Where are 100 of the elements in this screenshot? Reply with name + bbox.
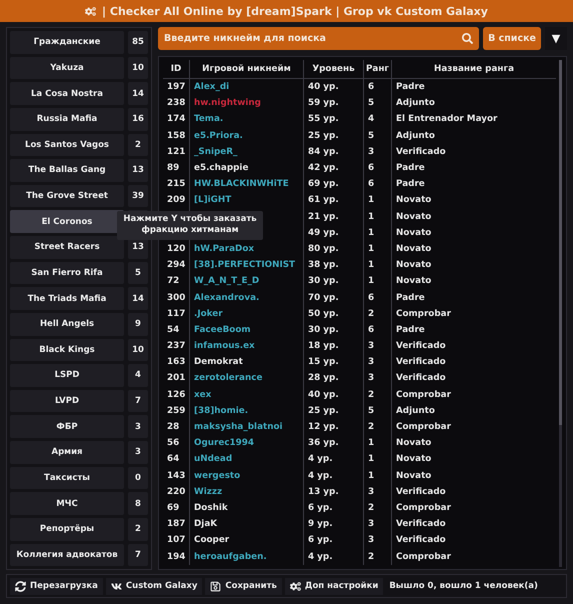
table-cell: Verificado bbox=[391, 144, 556, 160]
table-cell: 2 bbox=[363, 418, 391, 436]
table-cell: 50 ур. bbox=[303, 306, 363, 322]
table-cell: El Entrenador Mayor bbox=[391, 111, 556, 128]
footer-button[interactable]: Сохранить bbox=[205, 578, 282, 594]
table-cell-text: 174 bbox=[166, 113, 186, 126]
faction-button[interactable]: Репортёры bbox=[10, 518, 124, 540]
faction-button[interactable]: El Coronos bbox=[10, 210, 124, 233]
window-title: | Checker All Online by [dream]Spark | Grop vk Custom Galaxy bbox=[102, 4, 488, 18]
footer-button[interactable]: Custom Galaxy bbox=[106, 578, 202, 594]
save-icon bbox=[210, 580, 222, 592]
faction-button[interactable]: МЧС bbox=[10, 492, 124, 515]
faction-count: 8 bbox=[128, 492, 148, 515]
faction-button[interactable]: The Ballas Gang bbox=[10, 159, 124, 182]
search-icon[interactable] bbox=[462, 33, 474, 44]
faction-count: 85 bbox=[128, 31, 148, 54]
table-cell: 49 ур. bbox=[303, 224, 363, 241]
table-cell: 25 ур. bbox=[303, 128, 363, 144]
table-cell: Verificado bbox=[391, 370, 556, 387]
table-cell: 1 bbox=[363, 192, 391, 208]
table-cell: Verificado bbox=[391, 354, 556, 370]
table-cell: Verificado bbox=[391, 484, 556, 500]
faction-button[interactable]: LVPD bbox=[10, 390, 124, 412]
table-cell-text: 187 bbox=[166, 518, 186, 532]
faction-button[interactable]: Армия bbox=[10, 441, 124, 464]
table-cell: 69 ур. bbox=[303, 176, 363, 192]
table-cell: 1 bbox=[363, 273, 391, 290]
nickname-text: Ogurec1994 bbox=[194, 438, 254, 448]
faction-button[interactable]: Street Racers bbox=[10, 236, 124, 259]
faction-count: 0 bbox=[128, 466, 148, 490]
table-cell-text: 215 bbox=[166, 178, 186, 192]
faction-count: 7 bbox=[128, 544, 148, 566]
faction-button[interactable]: Hell Angels bbox=[10, 312, 124, 336]
settings-icon bbox=[290, 580, 301, 592]
faction-button[interactable]: Yakuza bbox=[10, 56, 124, 80]
faction-count: 3 bbox=[128, 441, 148, 464]
footer-button[interactable]: Доп настройки bbox=[284, 578, 384, 594]
table-cell: 2 bbox=[363, 500, 391, 516]
column-header: ID bbox=[163, 60, 189, 79]
table-cell: 61 ур. bbox=[303, 192, 363, 208]
faction-button[interactable]: Russia Mafia bbox=[10, 108, 124, 130]
faction-button[interactable]: Black Kings bbox=[10, 338, 124, 362]
faction-button[interactable]: Таксисты bbox=[10, 466, 124, 490]
table-cell: 4 ур. bbox=[303, 548, 363, 565]
table-cell: 4 ур. bbox=[303, 451, 363, 468]
table-cell: 3 bbox=[363, 354, 391, 370]
table-cell: Novato bbox=[391, 192, 556, 208]
table-cell-text: 56 bbox=[166, 437, 180, 450]
table-cell-text: 121 bbox=[166, 146, 186, 159]
table-cell-text: 28 bbox=[166, 421, 180, 434]
nickname-text: Wizzz bbox=[194, 486, 222, 497]
table-cell: 84 ур. bbox=[303, 144, 363, 160]
faction-count: 3 bbox=[128, 415, 148, 438]
table-cell: Novato bbox=[391, 451, 556, 468]
table-cell-text: 117 bbox=[166, 308, 186, 321]
table-cell: Comprobar bbox=[391, 386, 556, 403]
table-cell-text: 54 bbox=[166, 324, 180, 337]
table-cell: Comprobar bbox=[391, 418, 556, 436]
column-header: Уровень bbox=[303, 60, 363, 79]
search-field[interactable]: Введите никнейм для поиска bbox=[158, 27, 480, 50]
table-cell: 6 bbox=[363, 289, 391, 306]
table-cell-text: 300 bbox=[166, 292, 186, 305]
table-cell: 5 bbox=[363, 402, 391, 419]
table-cell: 6 bbox=[363, 79, 391, 96]
nickname-text: heroaufgaben. bbox=[194, 552, 267, 562]
faction-button[interactable]: The Triads Mafia bbox=[10, 287, 124, 310]
settings-icon[interactable] bbox=[85, 6, 96, 16]
table-cell: 28 ур. bbox=[303, 370, 363, 387]
faction-button[interactable]: LSPD bbox=[10, 364, 124, 387]
table-cell: Comprobar bbox=[391, 500, 556, 516]
faction-button[interactable]: Гражданские bbox=[10, 31, 124, 54]
table-cell: 2 bbox=[363, 548, 391, 565]
refresh-icon bbox=[15, 580, 26, 592]
table-cell: 40 ур. bbox=[303, 386, 363, 403]
table-cell: 13 ур. bbox=[303, 484, 363, 500]
faction-button[interactable]: ФБР bbox=[10, 415, 124, 438]
scrollbar[interactable] bbox=[559, 60, 562, 567]
faction-button[interactable]: San Fierro Rifa bbox=[10, 262, 124, 284]
table-cell: 1 bbox=[363, 224, 391, 241]
table-cell-text: 197 bbox=[166, 81, 186, 94]
table-cell: Verificado bbox=[391, 338, 556, 354]
table-cell-text: 107 bbox=[166, 534, 186, 548]
table-cell: 1 bbox=[363, 257, 391, 274]
nickname-text: W_A_N_T_E_D bbox=[194, 276, 260, 286]
nickname-text: maksysha_blatnoi bbox=[194, 422, 283, 432]
nickname-text: Demokrat bbox=[194, 357, 243, 368]
table-cell: 6 bbox=[363, 322, 391, 338]
nickname-text: hW.ParaDox bbox=[194, 244, 254, 254]
table-cell: Comprobar bbox=[391, 548, 556, 565]
faction-button[interactable]: The Grove Street bbox=[10, 184, 124, 208]
table-cell: Adjunto bbox=[391, 128, 556, 144]
table-cell-text: 69 bbox=[166, 502, 180, 515]
faction-button[interactable]: Коллегия адвокатов bbox=[10, 544, 124, 566]
faction-button[interactable]: Los Santos Vagos bbox=[10, 134, 124, 156]
table-cell: 6 ур. bbox=[303, 532, 363, 548]
footer-button[interactable]: Перезагрузка bbox=[10, 578, 103, 594]
faction-button[interactable]: La Cosa Nostra bbox=[10, 82, 124, 105]
table-cell: 6 bbox=[363, 160, 391, 176]
nickname-text: wergesto bbox=[194, 470, 240, 481]
table-cell: 1 bbox=[363, 451, 391, 468]
